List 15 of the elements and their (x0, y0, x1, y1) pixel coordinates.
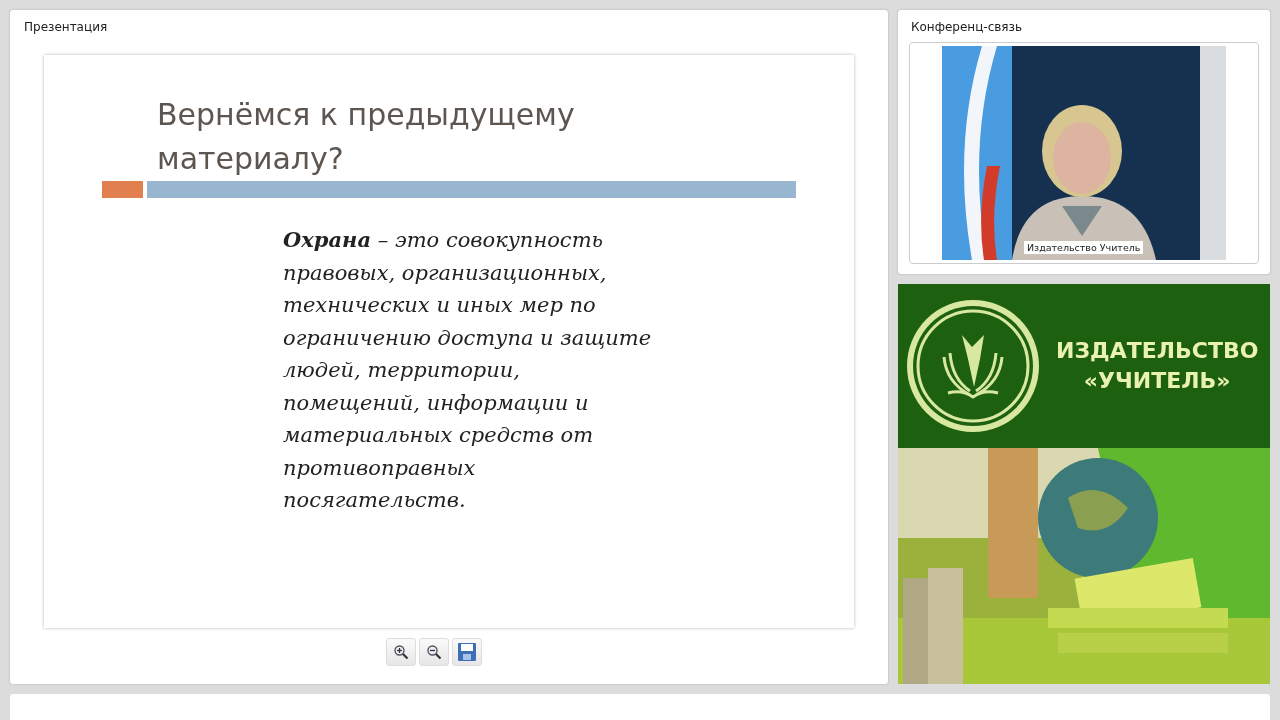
zoom-out-icon (426, 644, 442, 660)
save-icon (457, 642, 477, 662)
panel-title: Конференц-связь (910, 19, 1024, 36)
zoom-in-icon (393, 644, 409, 660)
logo-icon (904, 297, 1042, 435)
slide-heading: Вернёмся к предыдущему материалу? (156, 96, 576, 178)
participant-name: Издательство Учитель (1024, 241, 1144, 254)
zoom-in-button[interactable] (386, 638, 416, 666)
accent-bar (102, 181, 143, 198)
publisher-name: «УЧИТЕЛЬ» (1083, 367, 1231, 395)
slide-text: Охрана – это совокупность правовых, организационных, технических и иных мер по ограничению доступа и защите людей, территории, помещений, информации и материальных средств от противоправных посягательств. (283, 228, 652, 512)
zoom-out-button[interactable] (419, 638, 449, 666)
save-button[interactable] (452, 638, 482, 666)
publisher-name: ИЗДАТЕЛЬСТВО (1056, 337, 1259, 365)
panel-title: Презентация (23, 19, 109, 36)
